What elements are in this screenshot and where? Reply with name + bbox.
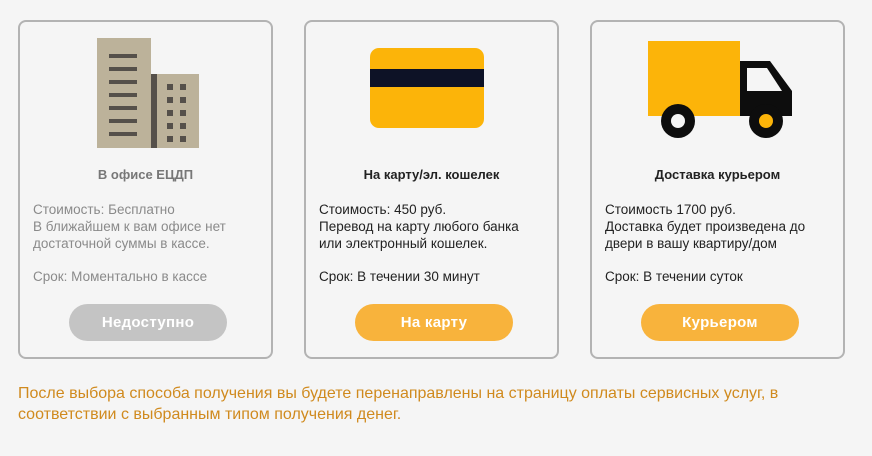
delivery-truck-icon [592,36,843,148]
redirect-note: После выбора способа получения вы будете… [18,385,779,423]
desc-line: или электронный кошелек. [319,236,488,251]
option-title: Доставка курьером [654,167,781,182]
option-title: На карту/эл. кошелек [363,167,500,182]
bank-card-icon [306,36,557,148]
courier-button[interactable]: Курьером [641,304,799,341]
option-term: Срок: В течении суток [605,269,743,284]
option-card-office: В офисе ЕЦДП Стоимость: Бесплатно В ближ… [18,20,273,359]
desc-line: достаточной суммы в кассе. [33,236,210,251]
desc-line: Доставка будет произведена до [605,219,806,234]
desc-line: двери в вашу квартиру/дом [605,236,777,251]
to-card-button[interactable]: На карту [355,304,513,341]
option-card-courier: Доставка курьером Стоимость 1700 руб. До… [590,20,845,359]
desc-line: Перевод на карту любого банка [319,219,519,234]
office-building-icon [20,36,271,148]
payout-method-page: В офисе ЕЦДП Стоимость: Бесплатно В ближ… [0,0,872,456]
option-card-bank-card: На карту/эл. кошелек Стоимость: 450 руб.… [304,20,559,359]
option-description: Стоимость: Бесплатно В ближайшем к вам о… [33,201,263,252]
option-title: В офисе ЕЦДП [97,167,194,182]
cost-line: Стоимость 1700 руб. [605,202,736,217]
option-term: Срок: В течении 30 минут [319,269,480,284]
unavailable-button[interactable]: Недоступно [69,304,227,341]
desc-line: В ближайшем к вам офисе нет [33,219,226,234]
cost-line: Стоимость: Бесплатно [33,202,175,217]
cost-line: Стоимость: 450 руб. [319,202,447,217]
option-description: Стоимость 1700 руб. Доставка будет произ… [605,201,835,252]
option-description: Стоимость: 450 руб. Перевод на карту люб… [319,201,549,252]
option-term: Срок: Моментально в кассе [33,269,208,284]
